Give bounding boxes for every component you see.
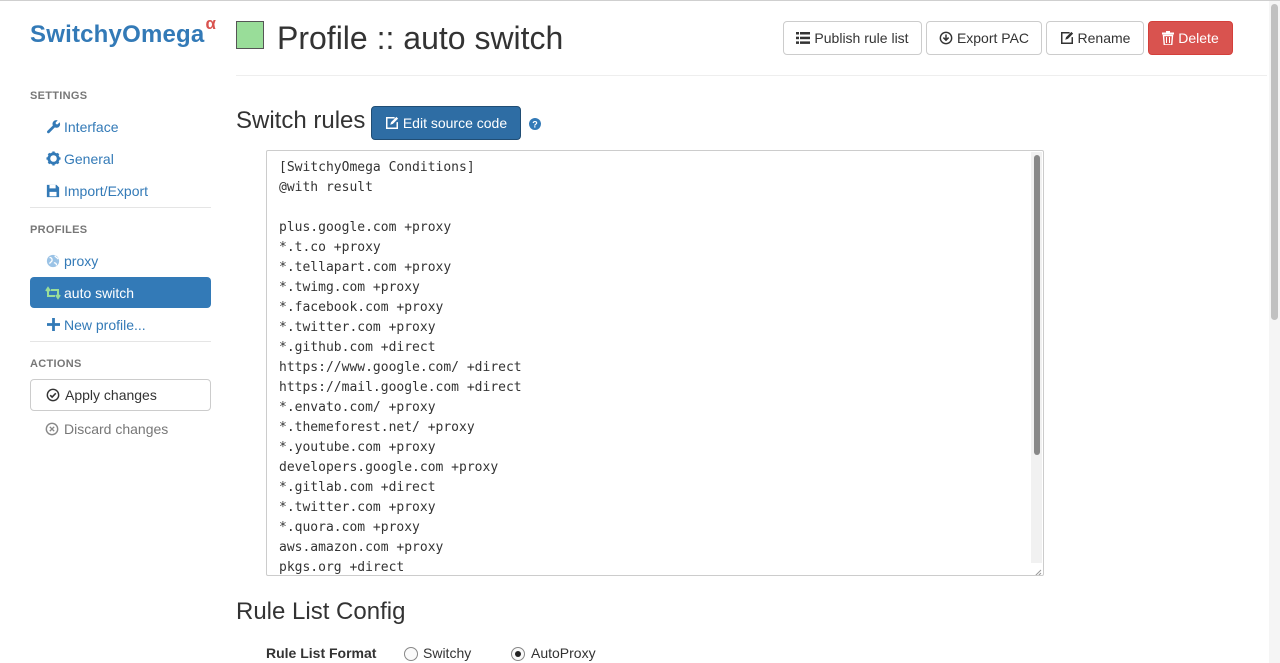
check-circle-icon	[46, 387, 62, 403]
source-line: *.envato.com/ +proxy	[279, 400, 436, 415]
format-radio-switchy[interactable]	[404, 647, 418, 661]
page-scrollbar-thumb[interactable]	[1271, 4, 1278, 320]
apply-changes-label: Apply changes	[65, 387, 157, 403]
edit-icon	[385, 116, 399, 130]
source-line: *.themeforest.net/ +proxy	[279, 420, 475, 435]
profiles-header: PROFILES	[30, 224, 88, 236]
delete-label: Delete	[1178, 30, 1219, 46]
rule-list-format-label: Rule List Format	[266, 645, 377, 661]
source-line: *.gitlab.com +direct	[279, 480, 436, 495]
delete-button[interactable]: Delete	[1148, 21, 1233, 55]
rules-source-textarea[interactable]: [SwitchyOmega Conditions] @with result plu…	[266, 150, 1044, 576]
wrench-icon	[45, 119, 61, 135]
source-line: *.tellapart.com +proxy	[279, 260, 452, 275]
rename-label: Rename	[1077, 30, 1131, 46]
publish-rule-list-label: Publish rule list	[814, 30, 909, 46]
apply-changes-button[interactable]: Apply changes	[30, 379, 211, 411]
new-profile-link[interactable]: New profile...	[30, 309, 211, 340]
source-line: @with result	[279, 180, 373, 195]
sidebar-item-auto-switch[interactable]: auto switch	[30, 277, 211, 308]
floppy-disk-icon	[45, 183, 61, 199]
page-scrollbar-track[interactable]	[1269, 1, 1280, 663]
source-line: https://www.google.com/ +direct	[279, 360, 522, 375]
header-divider	[236, 75, 1267, 76]
list-icon	[796, 32, 811, 44]
question-circle-icon[interactable]: ?	[529, 117, 541, 130]
retweet-icon	[45, 285, 61, 301]
source-line: *.github.com +direct	[279, 340, 436, 355]
svg-text:?: ?	[532, 119, 538, 129]
source-line: developers.google.com +proxy	[279, 460, 499, 475]
edit-source-code-button[interactable]: Edit source code	[371, 106, 521, 140]
x-circle-icon	[45, 421, 61, 437]
discard-changes-button[interactable]: Discard changes	[30, 413, 211, 444]
window-top-border	[0, 0, 1280, 1]
textarea-resize-handle[interactable]	[1032, 564, 1042, 575]
actions-header: ACTIONS	[30, 358, 82, 370]
plus-icon	[45, 317, 61, 333]
globe-icon	[45, 253, 61, 269]
sidebar-item-label: proxy	[64, 252, 99, 269]
rules-source-text: [SwitchyOmega Conditions] @with result plu…	[279, 158, 522, 575]
sidebar-item-general[interactable]: General	[30, 143, 211, 174]
profile-color-swatch[interactable]	[236, 21, 264, 49]
source-line: *.twimg.com +proxy	[279, 280, 420, 295]
sidebar-divider	[30, 341, 211, 342]
brand-alpha: α	[205, 14, 217, 33]
download-circle-icon	[939, 31, 953, 45]
rule-list-config-title: Rule List Config	[236, 598, 406, 625]
brand-name: SwitchyOmega	[30, 21, 205, 48]
edit-icon	[1060, 31, 1074, 45]
format-radio-autoproxy[interactable]	[511, 647, 525, 661]
page-title: Profile :: auto switch	[277, 20, 564, 56]
sidebar-item-label: General	[64, 150, 114, 167]
source-line: *.youtube.com +proxy	[279, 440, 436, 455]
settings-header: SETTINGS	[30, 90, 88, 102]
sidebar-item-import-export[interactable]: Import/Export	[30, 175, 211, 206]
source-line: plus.google.com +proxy	[279, 220, 452, 235]
edit-source-code-label: Edit source code	[402, 115, 508, 131]
format-radio-autoproxy-label[interactable]: AutoProxy	[531, 645, 596, 661]
textarea-scrollbar-thumb[interactable]	[1034, 155, 1040, 455]
source-line: *.twitter.com +proxy	[279, 320, 436, 335]
sidebar-item-proxy[interactable]: proxy	[30, 245, 211, 276]
brand-logo[interactable]: SwitchyOmegaα	[30, 14, 216, 49]
source-line: *.facebook.com +proxy	[279, 300, 444, 315]
format-radio-switchy-label[interactable]: Switchy	[423, 645, 471, 661]
sidebar-item-interface[interactable]: Interface	[30, 111, 211, 142]
source-line: aws.amazon.com +proxy	[279, 540, 444, 555]
sidebar-divider	[30, 207, 211, 208]
sidebar-item-label: New profile...	[64, 316, 146, 333]
gear-icon	[45, 151, 61, 167]
source-line: *.quora.com +proxy	[279, 520, 420, 535]
discard-changes-label: Discard changes	[64, 420, 169, 437]
trash-icon	[1162, 31, 1175, 45]
sidebar-item-label: Interface	[64, 118, 119, 135]
source-line: pkgs.org +direct	[279, 560, 405, 575]
source-line	[279, 198, 522, 218]
publish-rule-list-button[interactable]: Publish rule list	[783, 21, 922, 55]
switch-rules-title: Switch rules	[236, 107, 366, 134]
source-line: *.t.co +proxy	[279, 240, 381, 255]
source-line: https://mail.google.com +direct	[279, 380, 522, 395]
export-pac-label: Export PAC	[956, 30, 1030, 46]
sidebar-item-label: Import/Export	[64, 182, 149, 199]
source-line: *.twitter.com +proxy	[279, 500, 436, 515]
source-line: [SwitchyOmega Conditions]	[279, 160, 475, 175]
export-pac-button[interactable]: Export PAC	[926, 21, 1042, 55]
sidebar-item-label: auto switch	[64, 284, 135, 301]
rename-button[interactable]: Rename	[1046, 21, 1144, 55]
